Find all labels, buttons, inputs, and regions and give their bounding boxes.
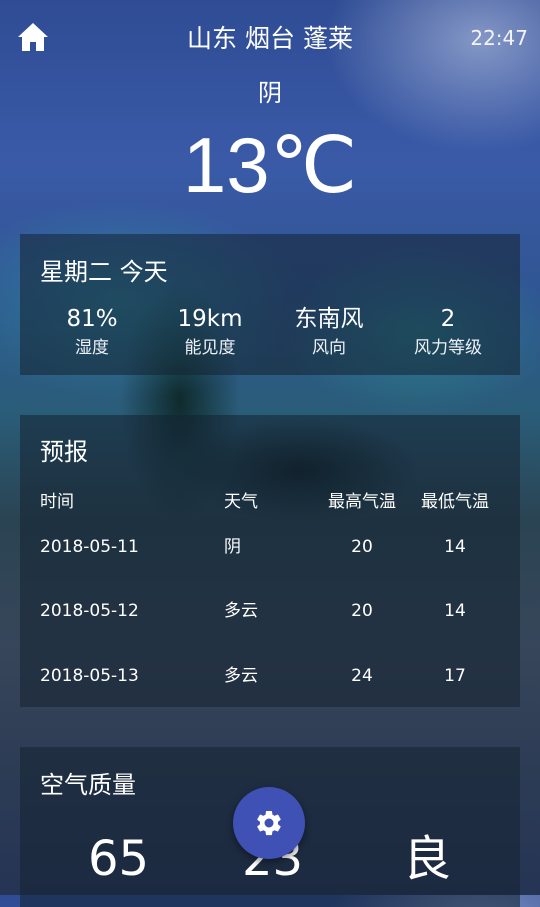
forecast-date: 2018-05-12 — [40, 601, 139, 621]
visibility-value: 19km — [177, 306, 243, 332]
col-header-high: 最高气温 — [328, 492, 396, 512]
forecast-row: 2018-05-13 多云 24 17 — [20, 661, 520, 691]
humidity-label: 湿度 — [75, 338, 109, 358]
header: 山东 烟台 蓬莱 22:47 — [0, 0, 540, 80]
wind-level-stat: 2 风力等级 — [388, 304, 508, 360]
visibility-stat: 19km 能见度 — [150, 304, 270, 360]
forecast-low: 14 — [444, 537, 466, 557]
forecast-low: 14 — [444, 601, 466, 621]
col-header-weather: 天气 — [224, 492, 258, 512]
forecast-high: 24 — [351, 666, 373, 686]
gear-icon — [257, 810, 281, 836]
aqi-value: 65 — [88, 831, 150, 887]
wind-direction-stat: 东南风 风向 — [269, 304, 389, 360]
settings-button[interactable] — [233, 787, 305, 859]
humidity-stat: 81% 湿度 — [32, 304, 152, 360]
wind-direction-value: 东南风 — [294, 306, 364, 332]
today-card: 星期二 今天 81% 湿度 19km 能见度 东南风 风向 2 风力等级 — [20, 234, 520, 375]
forecast-weather: 阴 — [224, 537, 241, 557]
forecast-title: 预报 — [40, 438, 88, 466]
visibility-label: 能见度 — [184, 338, 236, 358]
col-header-date: 时间 — [40, 492, 74, 512]
forecast-date: 2018-05-11 — [40, 537, 139, 557]
forecast-low: 17 — [444, 666, 466, 686]
forecast-weather: 多云 — [224, 666, 258, 686]
forecast-high: 20 — [351, 601, 373, 621]
today-title: 星期二 今天 — [40, 258, 168, 286]
wind-direction-label: 风向 — [312, 338, 346, 358]
forecast-date: 2018-05-13 — [40, 666, 139, 686]
forecast-row: 2018-05-11 阴 20 14 — [20, 532, 520, 562]
air-quality-level: 良 — [403, 831, 452, 887]
wind-level-value: 2 — [440, 306, 456, 332]
home-icon[interactable] — [16, 20, 50, 54]
forecast-card: 预报 时间 天气 最高气温 最低气温 2018-05-11 阴 20 14 20… — [20, 415, 520, 707]
current-temperature: 13℃ — [182, 121, 358, 209]
air-quality-title: 空气质量 — [40, 771, 136, 799]
forecast-header-row: 时间 天气 最高气温 最低气温 — [20, 487, 520, 517]
current-condition: 阴 — [258, 79, 282, 107]
location-title: 山东 烟台 蓬莱 — [187, 24, 353, 53]
forecast-weather: 多云 — [224, 601, 258, 621]
humidity-value: 81% — [66, 306, 118, 332]
wind-level-label: 风力等级 — [414, 338, 482, 358]
forecast-high: 20 — [351, 537, 373, 557]
clock-time: 22:47 — [470, 26, 528, 50]
forecast-row: 2018-05-12 多云 20 14 — [20, 596, 520, 626]
col-header-low: 最低气温 — [421, 492, 489, 512]
